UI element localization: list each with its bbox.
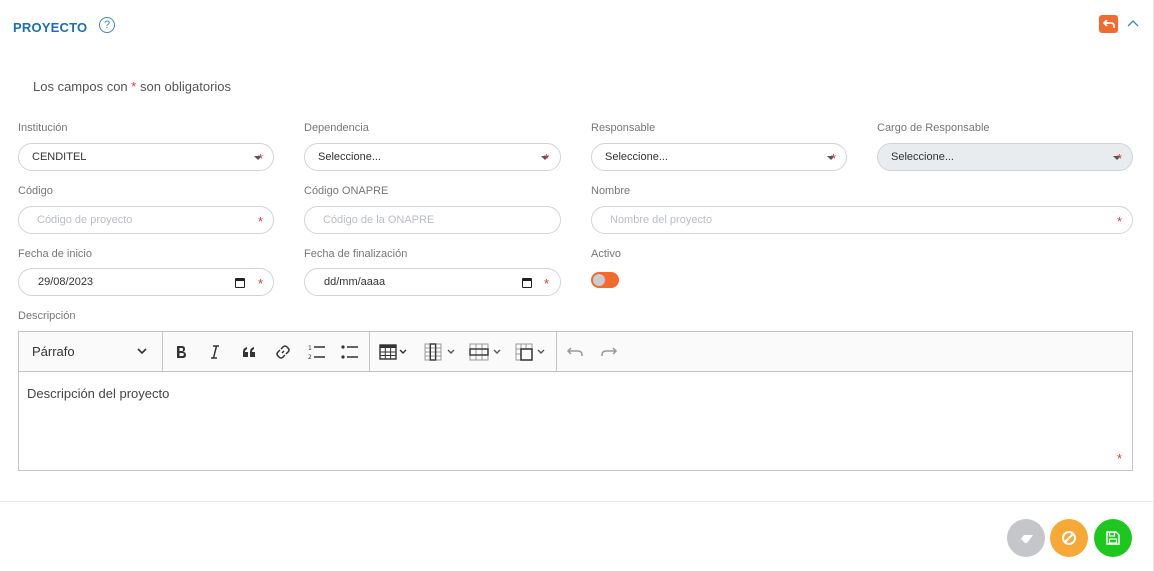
required-note-suffix: son obligatorios — [139, 79, 232, 94]
table-column-icon — [424, 343, 455, 361]
codigo-onapre-label: Código ONAPRE — [304, 185, 389, 197]
required-asterisk: * — [544, 276, 550, 291]
codigo-input[interactable]: Código de proyecto * — [18, 206, 274, 234]
toolbar-separator — [556, 332, 557, 371]
nombre-input[interactable]: Nombre del proyecto * — [591, 206, 1133, 234]
dependencia-value: Seleccione... — [318, 151, 381, 163]
activo-label: Activo — [591, 248, 621, 260]
paragraph-format-dropdown[interactable]: Párrafo — [19, 332, 163, 371]
project-card: PROYECTO ? Los campos con * son obligato… — [0, 0, 1154, 571]
rich-text-editor[interactable]: Párrafo 12 Descripción del proyecto * — [18, 331, 1133, 471]
merge-cells-icon — [515, 343, 545, 361]
nombre-label: Nombre — [591, 185, 631, 197]
institucion-label: Institución — [18, 122, 68, 134]
codigo-placeholder: Código de proyecto — [37, 214, 133, 226]
required-asterisk: * — [1117, 151, 1123, 166]
required-asterisk: * — [544, 151, 550, 166]
required-asterisk: * — [258, 214, 264, 229]
save-icon — [1106, 531, 1120, 545]
descripcion-label: Descripción — [18, 310, 76, 322]
help-icon[interactable]: ? — [99, 17, 115, 33]
calendar-icon[interactable] — [235, 278, 245, 288]
fecha-fin-label: Fecha de finalización — [304, 248, 408, 260]
eraser-icon — [1018, 535, 1033, 543]
svg-text:1: 1 — [308, 345, 312, 352]
toggle-knob — [593, 274, 605, 286]
codigo-onapre-input[interactable]: Código de la ONAPRE — [304, 206, 561, 234]
cargo-select: Seleccione... * — [877, 143, 1133, 171]
fecha-inicio-input[interactable]: 29/08/2023 * — [18, 268, 274, 296]
responsable-label: Responsable — [591, 122, 656, 134]
back-button[interactable] — [1099, 15, 1118, 33]
institucion-value: CENDITEL — [32, 151, 87, 163]
chevron-up-icon[interactable] — [1126, 16, 1140, 30]
table-icon — [379, 344, 407, 360]
bold-icon[interactable] — [171, 342, 191, 362]
fecha-inicio-label: Fecha de inicio — [18, 248, 92, 260]
cargo-value: Seleccione... — [891, 151, 954, 163]
activo-toggle[interactable] — [591, 272, 619, 288]
paragraph-format-label: Párrafo — [32, 344, 75, 359]
blockquote-icon[interactable] — [239, 342, 259, 362]
footer-divider — [0, 501, 1154, 502]
descripcion-content[interactable]: Descripción del proyecto — [27, 386, 169, 401]
required-asterisk: * — [258, 151, 264, 166]
calendar-icon[interactable] — [522, 278, 532, 288]
italic-icon[interactable] — [205, 342, 225, 362]
table-row-icon — [469, 343, 501, 361]
editor-toolbar: Párrafo 12 — [19, 332, 1132, 372]
page-title: PROYECTO — [13, 20, 88, 35]
responsable-value: Seleccione... — [605, 151, 668, 163]
codigo-onapre-placeholder: Código de la ONAPRE — [323, 214, 435, 226]
required-note-asterisk: * — [131, 79, 137, 94]
required-asterisk: * — [258, 276, 264, 291]
undo-icon[interactable] — [565, 342, 585, 362]
fecha-fin-input[interactable]: dd/mm/aaaa * — [304, 268, 561, 296]
codigo-label: Código — [18, 185, 53, 197]
toolbar-separator — [369, 332, 370, 371]
ban-icon — [1062, 531, 1076, 545]
required-note: Los campos con * son obligatorios — [33, 79, 231, 94]
required-asterisk: * — [831, 151, 837, 166]
undo-arrow-icon — [1102, 19, 1115, 28]
table-column-button[interactable] — [424, 342, 460, 362]
nombre-placeholder: Nombre del proyecto — [610, 214, 713, 226]
chevron-down-icon — [137, 348, 147, 355]
required-note-prefix: Los campos con — [33, 79, 128, 94]
table-row-button[interactable] — [469, 342, 505, 362]
fecha-fin-value: dd/mm/aaaa — [324, 276, 386, 288]
dependencia-select[interactable]: Seleccione... * — [304, 143, 561, 171]
dependencia-label: Dependencia — [304, 122, 369, 134]
numbered-list-icon[interactable]: 12 — [307, 342, 327, 362]
clear-button[interactable] — [1007, 519, 1045, 557]
required-asterisk: * — [1117, 451, 1123, 466]
cargo-label: Cargo de Responsable — [877, 122, 990, 134]
merge-cells-button[interactable] — [515, 342, 551, 362]
save-button[interactable] — [1094, 519, 1132, 557]
link-icon[interactable] — [273, 342, 293, 362]
responsable-select[interactable]: Seleccione... * — [591, 143, 847, 171]
svg-text:2: 2 — [308, 354, 312, 360]
fecha-inicio-value: 29/08/2023 — [38, 276, 94, 288]
required-asterisk: * — [1117, 214, 1123, 229]
cancel-button[interactable] — [1050, 519, 1088, 557]
institucion-select[interactable]: CENDITEL * — [18, 143, 274, 171]
insert-table-button[interactable] — [379, 342, 413, 362]
bulleted-list-icon[interactable] — [340, 342, 360, 362]
redo-icon[interactable] — [599, 342, 619, 362]
